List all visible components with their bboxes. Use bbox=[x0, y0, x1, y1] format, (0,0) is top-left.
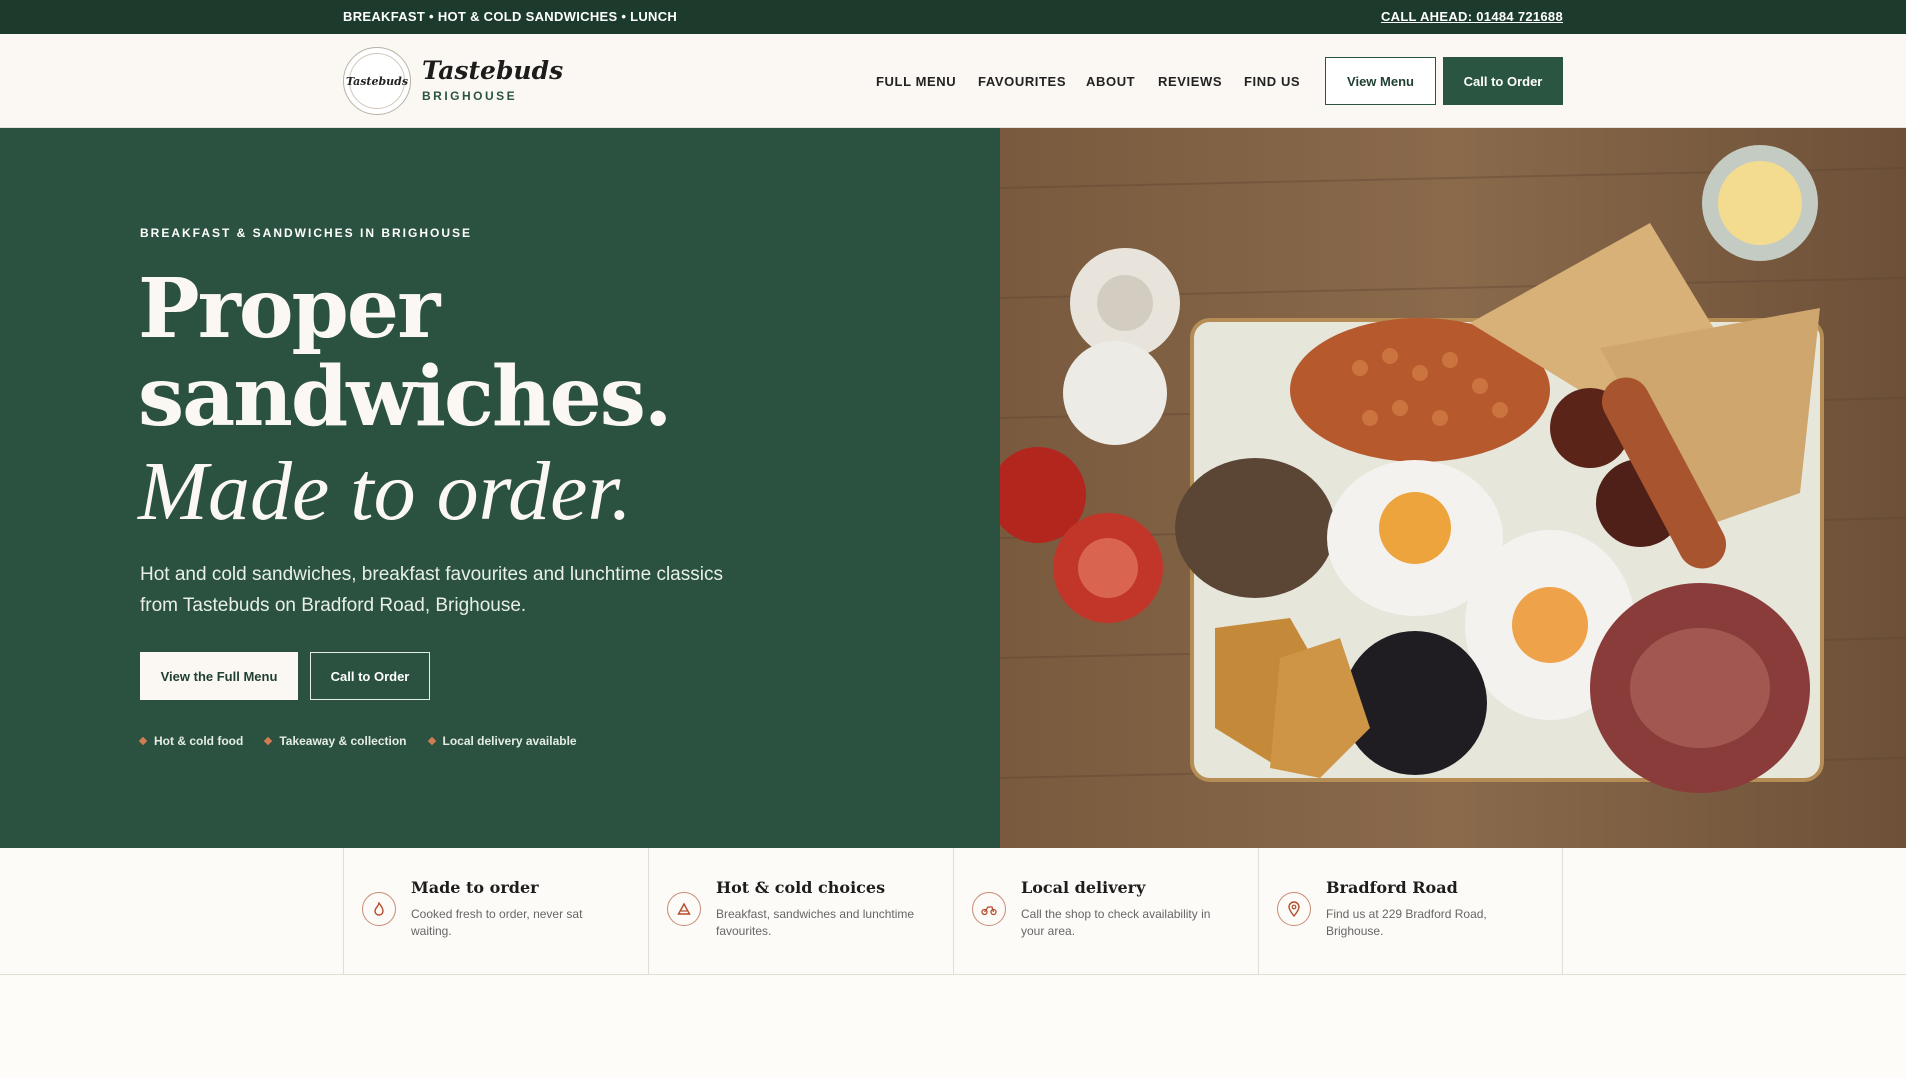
feature-card-made-to-order: Made to order Cooked fresh to order, nev… bbox=[343, 848, 648, 975]
feature-text: Call the shop to check availability in y… bbox=[1021, 907, 1211, 938]
view-menu-button[interactable]: View Menu bbox=[1325, 57, 1436, 105]
hero-eyebrow: BREAKFAST & SANDWICHES IN BRIGHOUSE bbox=[140, 226, 473, 240]
logo-badge[interactable]: Tastebuds bbox=[343, 47, 411, 115]
triangle-icon bbox=[667, 892, 701, 926]
view-full-menu-button[interactable]: View the Full Menu bbox=[140, 652, 298, 700]
scooter-icon bbox=[972, 892, 1006, 926]
breakfast-plate-illustration bbox=[1000, 128, 1906, 848]
hero-section: BREAKFAST & SANDWICHES IN BRIGHOUSE Prop… bbox=[0, 128, 1000, 848]
nav-about[interactable]: ABOUT bbox=[1086, 74, 1135, 89]
hero-breakfast-image bbox=[1000, 128, 1906, 848]
location-pin-icon bbox=[1277, 892, 1311, 926]
feature-title: Made to order bbox=[411, 878, 539, 897]
nav-full-menu[interactable]: FULL MENU bbox=[876, 74, 956, 89]
tag-delivery: Local delivery available bbox=[427, 734, 577, 748]
feature-card-bradford-road: Bradford Road Find us at 229 Bradford Ro… bbox=[1258, 848, 1563, 975]
brand-location: BRIGHOUSE bbox=[422, 89, 518, 103]
hero-headline-line-3: Made to order. bbox=[138, 445, 632, 538]
call-ahead-link[interactable]: CALL AHEAD: 01484 721688 bbox=[1381, 9, 1563, 24]
brand-name[interactable]: Tastebuds bbox=[422, 56, 563, 85]
tag-label: Takeaway & collection bbox=[279, 734, 407, 748]
feature-title: Hot & cold choices bbox=[716, 878, 886, 897]
diamond-bullet-icon bbox=[264, 736, 273, 746]
hero-feature-tags: Hot & cold food Takeaway & collection Lo… bbox=[138, 734, 577, 748]
features-strip: Made to order Cooked fresh to order, nev… bbox=[0, 848, 1906, 975]
nav-find-us[interactable]: FIND US bbox=[1244, 74, 1300, 89]
nav-reviews[interactable]: REVIEWS bbox=[1158, 74, 1222, 89]
diamond-bullet-icon bbox=[138, 736, 148, 746]
tag-label: Hot & cold food bbox=[154, 734, 244, 748]
feature-title: Bradford Road bbox=[1326, 878, 1458, 897]
topbar-tagline: BREAKFAST • HOT & COLD SANDWICHES • LUNC… bbox=[343, 9, 678, 24]
feature-text: Breakfast, sandwiches and lunchtime favo… bbox=[716, 907, 915, 938]
feature-card-local-delivery: Local delivery Call the shop to check av… bbox=[953, 848, 1258, 975]
call-to-order-button[interactable]: Call to Order bbox=[1443, 57, 1563, 105]
hero-description: Hot and cold sandwiches, breakfast favou… bbox=[140, 564, 723, 616]
diamond-bullet-icon bbox=[427, 736, 436, 746]
nav-favourites[interactable]: FAVOURITES bbox=[978, 74, 1066, 89]
feature-title: Local delivery bbox=[1021, 878, 1146, 897]
top-announcement-bar: BREAKFAST • HOT & COLD SANDWICHES • LUNC… bbox=[0, 0, 1906, 34]
site-header: Tastebuds Tastebuds BRIGHOUSE FULL MENU … bbox=[0, 34, 1906, 128]
hero-call-to-order-button[interactable]: Call to Order bbox=[310, 652, 430, 700]
feature-card-hot-cold: Hot & cold choices Breakfast, sandwiches… bbox=[648, 848, 953, 975]
page-below-fold bbox=[0, 976, 1906, 1078]
hero-headline-line-2: sandwiches. bbox=[138, 349, 672, 445]
tag-label: Local delivery available bbox=[442, 734, 577, 748]
feature-text: Find us at 229 Bradford Road, Brighouse. bbox=[1326, 907, 1487, 938]
tag-takeaway: Takeaway & collection bbox=[264, 734, 407, 748]
hero-headline-line-1: Proper bbox=[138, 261, 440, 357]
flame-icon bbox=[362, 892, 396, 926]
tag-hot-cold-food: Hot & cold food bbox=[138, 734, 244, 748]
feature-text: Cooked fresh to order, never sat waiting… bbox=[411, 907, 583, 938]
logo-text: Tastebuds bbox=[346, 53, 408, 109]
